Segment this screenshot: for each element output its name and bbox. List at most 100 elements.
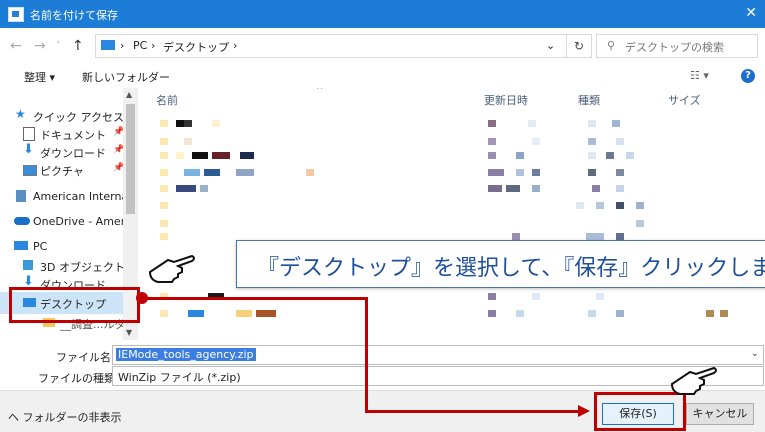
connector-line — [140, 297, 368, 300]
pointing-hand-icon — [148, 254, 195, 283]
cancel-button[interactable]: キャンセル — [686, 403, 754, 425]
file-row-pixel — [160, 169, 168, 176]
picture-icon — [23, 165, 37, 176]
connector-line — [365, 297, 368, 412]
pc-icon — [14, 241, 28, 250]
file-row-pixel — [176, 120, 184, 127]
file-row-pixel — [616, 138, 624, 145]
cloud-icon — [14, 217, 30, 225]
address-dropdown-icon[interactable]: ⌄ — [546, 39, 555, 52]
save-dialog-icon — [8, 7, 24, 22]
refresh-icon[interactable]: ↻ — [566, 34, 592, 58]
file-row-pixel — [160, 202, 168, 209]
close-icon[interactable]: ✕ — [745, 5, 757, 21]
file-row-pixel — [532, 185, 540, 192]
file-row-pixel — [636, 202, 644, 209]
file-row-pixel — [596, 202, 604, 209]
save-highlight-box — [594, 392, 686, 431]
filetype-select[interactable]: WinZip ファイル (*.zip) — [112, 366, 764, 386]
column-header-type[interactable]: 種類 — [578, 92, 600, 108]
sidebar-item-onedrive[interactable]: OneDrive - Americ — [0, 211, 138, 233]
instruction-callout: 『デスクトップ』を選択して、『保存』クリックします — [236, 240, 765, 288]
arrowhead-icon — [578, 405, 590, 417]
hide-folders-toggle[interactable]: ヘ フォルダーの非表示 — [8, 409, 122, 425]
cube-icon — [23, 260, 33, 270]
file-row-pixel — [160, 152, 168, 159]
scroll-down-icon[interactable]: ▼ — [126, 328, 132, 337]
file-row-pixel — [532, 169, 540, 176]
download-icon: ⬇ — [23, 274, 34, 289]
file-row-pixel — [176, 185, 196, 192]
pointing-hand-icon — [670, 366, 717, 395]
filename-value: IEMode_tools_agency.zip — [116, 348, 256, 361]
view-options-icon[interactable]: ☷ ▾ — [690, 69, 709, 82]
file-row-pixel — [488, 310, 496, 317]
file-row-pixel — [596, 293, 604, 300]
filename-row: ファイル名(N): IEMode_tools_agency.zip ⌄ — [0, 345, 765, 365]
file-row-pixel — [588, 138, 596, 145]
organize-menu[interactable]: 整理 ▾ — [24, 69, 55, 85]
filename-dropdown-icon[interactable]: ⌄ — [751, 348, 759, 359]
window-title: 名前を付けて保存 — [30, 9, 118, 22]
file-row-pixel — [616, 310, 624, 317]
forward-arrow-icon[interactable]: → — [34, 38, 46, 54]
connector-dot — [136, 292, 148, 304]
back-arrow-icon[interactable]: ← — [10, 38, 22, 54]
file-row-pixel — [160, 220, 168, 227]
file-row-pixel — [588, 120, 596, 127]
file-row-pixel — [636, 220, 644, 227]
file-row-pixel — [200, 185, 208, 192]
address-bar[interactable]: › PC › デスクトップ › ⌄ — [95, 34, 567, 58]
scrollbar-thumb[interactable] — [126, 104, 135, 214]
command-bar: 整理 ▾ 新しいフォルダー ☷ ▾ ? — [0, 64, 765, 88]
breadcrumb-pc[interactable]: PC — [133, 39, 147, 52]
file-row-pixel — [532, 293, 540, 300]
filetype-row: ファイルの種類(T): WinZip ファイル (*.zip) — [0, 366, 765, 386]
sidebar-item-pictures[interactable]: ピクチャ 📌 — [0, 159, 138, 181]
address-sep: › — [120, 39, 125, 52]
file-row-pixel — [516, 310, 524, 317]
file-row-pixel — [204, 169, 220, 176]
filename-input[interactable]: IEMode_tools_agency.zip ⌄ — [112, 345, 764, 365]
file-row-pixel — [488, 120, 496, 127]
scroll-up-icon[interactable]: ▲ — [126, 90, 132, 99]
file-row-pixel — [616, 202, 624, 209]
file-row-pixel — [512, 233, 520, 240]
file-row-pixel — [160, 138, 168, 145]
file-row-pixel — [184, 120, 192, 127]
address-bar-row: ← → ˅ ↑ › PC › デスクトップ › ⌄ ↻ ⚲ デスクトップの検索 — [0, 28, 765, 65]
recent-dropdown-icon[interactable]: ˅ — [56, 41, 61, 51]
file-row-pixel — [588, 169, 596, 176]
file-row-pixel — [176, 152, 184, 159]
up-arrow-icon[interactable]: ↑ — [72, 38, 84, 54]
download-icon: ⬇ — [23, 142, 34, 157]
file-row-pixel — [488, 138, 496, 145]
file-row-pixel — [586, 233, 604, 240]
address-sep: › — [151, 39, 156, 52]
file-row-pixel — [516, 169, 524, 176]
column-header-date[interactable]: 更新日時 — [484, 92, 528, 108]
search-icon: ⚲ — [607, 39, 616, 52]
file-row-pixel — [516, 152, 524, 159]
column-header-size[interactable]: サイズ — [668, 92, 701, 108]
search-input[interactable]: ⚲ デスクトップの検索 — [596, 34, 758, 58]
help-icon[interactable]: ? — [741, 69, 755, 83]
file-row-pixel — [606, 152, 614, 159]
file-row-pixel — [616, 233, 624, 240]
star-icon: ★ — [15, 107, 26, 121]
sidebar-item-american-internat[interactable]: American Internat — [0, 186, 138, 208]
document-icon — [23, 127, 35, 141]
file-row-pixel — [616, 185, 624, 192]
file-row-pixel — [192, 152, 208, 159]
file-row-pixel — [212, 120, 220, 127]
breadcrumb-desktop[interactable]: デスクトップ — [163, 39, 229, 55]
file-row-pixel — [236, 310, 252, 317]
file-row-pixel — [588, 152, 596, 159]
new-folder-button[interactable]: 新しいフォルダー — [82, 69, 170, 85]
column-header-name[interactable]: 名前 — [156, 92, 178, 108]
file-row-pixel — [236, 169, 254, 176]
file-row-pixel — [160, 310, 168, 317]
title-bar: 名前を付けて保存 ✕ — [0, 0, 765, 28]
desktop-highlight-box — [9, 287, 140, 323]
file-row-pixel — [528, 120, 536, 127]
